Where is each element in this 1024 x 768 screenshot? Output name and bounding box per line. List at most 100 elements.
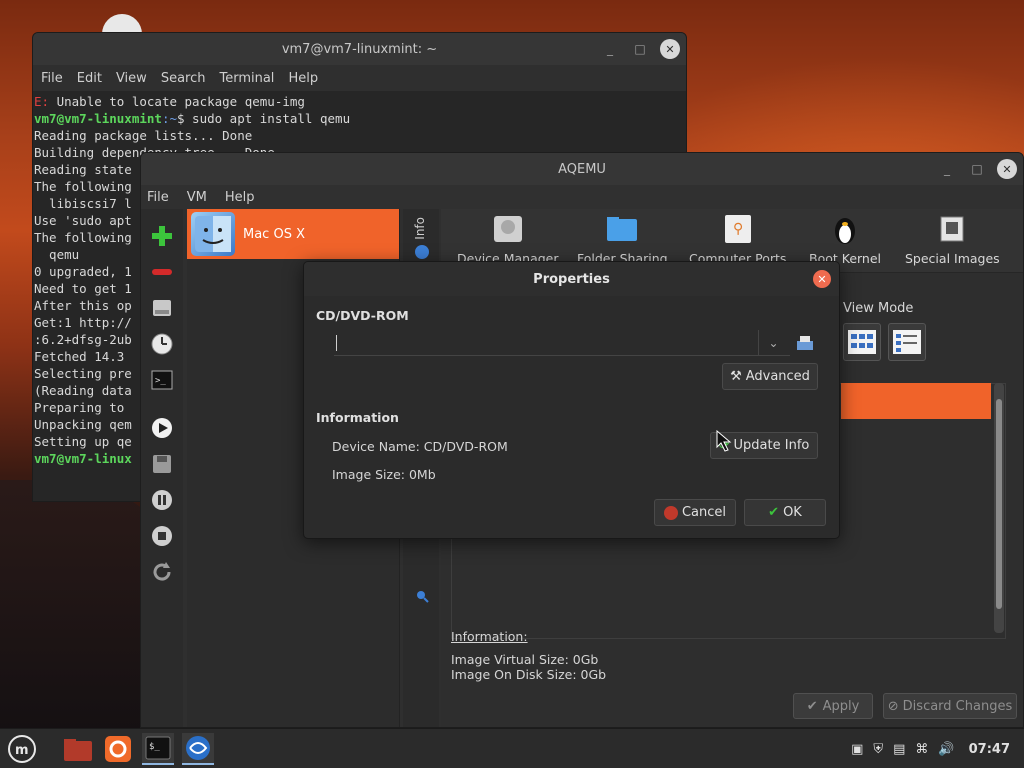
svg-text:m: m — [15, 743, 29, 758]
firefox-icon[interactable] — [102, 733, 134, 765]
checkmark-icon: ✔ — [806, 698, 818, 714]
svg-text:>_: >_ — [155, 376, 166, 386]
harddisk-icon[interactable] — [149, 295, 175, 321]
remove-vm-icon[interactable] — [149, 259, 175, 285]
terminal-menubar: File Edit View Search Terminal Help — [33, 65, 686, 91]
apply-button[interactable]: ✔ Apply — [793, 693, 873, 719]
info-heading: Information: — [451, 629, 528, 644]
advanced-button[interactable]: ⚒ Advanced — [722, 363, 818, 390]
usb-icon: ⚲ — [721, 213, 755, 245]
terminal-titlebar[interactable]: vm7@vm7-linuxmint: ~ _ □ ✕ — [33, 33, 686, 65]
text-caret — [336, 334, 337, 351]
vm-list-item[interactable]: Mac OS X — [187, 209, 399, 259]
terminal-taskbar-icon[interactable]: $_ — [142, 733, 174, 765]
terminal-line: vm7@vm7-linuxmint:~$ sudo apt install qe… — [34, 111, 351, 126]
terminal-line: Reading package lists... Done — [34, 128, 253, 143]
cancel-button[interactable]: Cancel — [654, 499, 736, 526]
tab-info[interactable]: Info — [413, 217, 427, 240]
vm-toolbar: >_ — [141, 209, 183, 727]
updates-icon[interactable]: ▤ — [893, 742, 905, 757]
close-icon[interactable]: ✕ — [813, 270, 831, 288]
tab-special-images[interactable]: Special Images — [905, 213, 1000, 266]
cdrom-section-label: CD/DVD-ROM — [316, 308, 409, 323]
minimize-icon[interactable]: _ — [600, 39, 620, 59]
ok-button[interactable]: ✔ OK — [744, 499, 826, 526]
terminal-window-controls: _ □ ✕ — [600, 33, 680, 65]
menu-search[interactable]: Search — [157, 71, 210, 86]
menu-help[interactable]: Help — [284, 71, 322, 86]
disk-size: Image On Disk Size: 0Gb — [451, 667, 607, 682]
harddisk-icon — [491, 213, 525, 245]
close-icon[interactable]: ✕ — [997, 159, 1017, 179]
tab-boot-kernel[interactable]: Boot Kernel — [809, 213, 881, 266]
console-icon[interactable]: >_ — [149, 367, 175, 393]
play-icon[interactable] — [149, 415, 175, 441]
tab-folder-sharing[interactable]: Folder Sharing — [577, 213, 668, 266]
wallpaper-hills — [0, 480, 160, 740]
device-name-text: Device Name: CD/DVD-ROM — [332, 439, 508, 454]
vm-name: Mac OS X — [243, 226, 305, 242]
clock[interactable]: 07:47 — [969, 742, 1010, 757]
chevron-down-icon[interactable]: ⌄ — [758, 330, 788, 356]
virtual-size: Image Virtual Size: 0Gb — [451, 652, 599, 667]
maximize-icon[interactable]: □ — [967, 159, 987, 179]
menu-vm[interactable]: VM — [187, 190, 207, 205]
terminal-title: vm7@vm7-linuxmint: ~ — [281, 41, 438, 57]
menu-view[interactable]: View — [112, 71, 151, 86]
menu-help[interactable]: Help — [225, 190, 255, 205]
open-file-icon[interactable] — [794, 332, 816, 354]
tab-computer-ports[interactable]: ⚲ Computer Ports — [689, 213, 786, 266]
maximize-icon[interactable]: □ — [630, 39, 650, 59]
info-icon — [415, 245, 429, 259]
menu-terminal[interactable]: Terminal — [215, 71, 278, 86]
cdrom-image-combo[interactable] — [334, 330, 790, 356]
stop-icon[interactable] — [149, 523, 175, 549]
chip-icon — [935, 213, 969, 245]
checkmark-icon: ✔ — [768, 505, 780, 520]
menu-file[interactable]: File — [37, 71, 67, 86]
dialog-title: Properties — [533, 271, 610, 287]
information-section-label: Information — [316, 410, 399, 425]
minimize-icon[interactable]: _ — [937, 159, 957, 179]
aqemu-titlebar[interactable]: AQEMU _ □ ✕ — [141, 153, 1023, 185]
cancel-icon — [663, 505, 678, 520]
selected-device-row[interactable] — [841, 383, 991, 419]
clipboard-icon[interactable]: ▣ — [851, 742, 863, 757]
mouse-cursor-icon — [716, 429, 734, 456]
mac-finder-icon — [191, 212, 235, 256]
discard-changes-button[interactable]: ⊘ Discard Changes — [883, 693, 1017, 719]
view-mode-label: View Mode — [843, 301, 914, 316]
folder-icon — [605, 213, 639, 245]
tux-icon — [828, 213, 862, 245]
aqemu-taskbar-icon[interactable] — [182, 733, 214, 765]
svg-text:⚲: ⚲ — [733, 221, 743, 237]
shield-icon[interactable]: ⛨ — [873, 742, 883, 757]
files-icon[interactable] — [62, 733, 94, 765]
cancel-icon: ⊘ — [887, 698, 899, 714]
mint-menu-icon[interactable]: m — [6, 733, 38, 765]
add-vm-icon[interactable] — [149, 223, 175, 249]
menu-edit[interactable]: Edit — [73, 71, 106, 86]
save-state-icon[interactable] — [149, 451, 175, 477]
image-info: Information: Image Virtual Size: 0Gb Ima… — [451, 629, 606, 682]
aqemu-window-controls: _ □ ✕ — [937, 153, 1017, 185]
tab-device-manager[interactable]: Device Manager — [457, 213, 559, 266]
list-view-button[interactable] — [888, 323, 926, 361]
aqemu-menubar: File VM Help — [141, 185, 1023, 209]
network-icon[interactable]: ⌘ — [915, 742, 928, 757]
svg-text:$_: $_ — [149, 742, 160, 752]
dialog-titlebar[interactable]: Properties ✕ — [304, 262, 839, 296]
icon-view-button[interactable] — [843, 323, 881, 361]
aqemu-title: AQEMU — [558, 161, 606, 177]
properties-dialog[interactable]: Properties ✕ CD/DVD-ROM ⌄ ⚒ Advanced Info… — [303, 261, 840, 539]
pause-icon[interactable] — [149, 487, 175, 513]
scrollbar-thumb[interactable] — [996, 399, 1002, 609]
close-icon[interactable]: ✕ — [660, 39, 680, 59]
image-size-text: Image Size: 0Mb — [332, 467, 436, 482]
reset-icon[interactable] — [149, 559, 175, 585]
terminal-line: E: Unable to locate package qemu-img — [34, 94, 305, 109]
taskbar: m $_ ▣ ⛨ ▤ ⌘ 🔊 07:47 — [0, 728, 1024, 768]
menu-file[interactable]: File — [147, 190, 169, 205]
clock-icon[interactable] — [149, 331, 175, 357]
volume-icon[interactable]: 🔊 — [938, 742, 954, 757]
